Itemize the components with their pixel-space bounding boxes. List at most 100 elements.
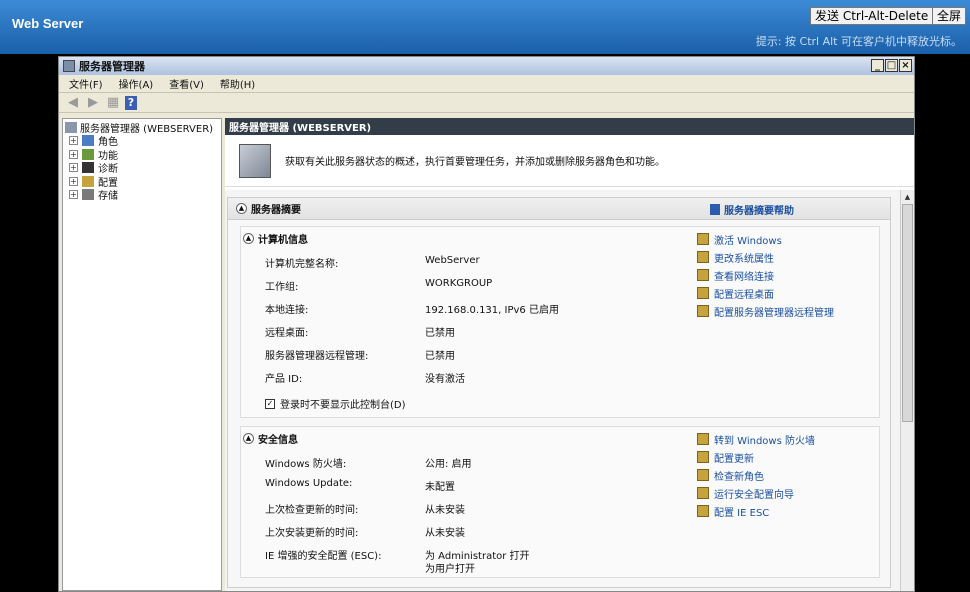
info-row: Windows Update: 未配置 [265,478,455,493]
link-label: 配置服务器管理器远程管理 [714,307,834,319]
server-manager-window: 服务器管理器 _ □ × 文件(F) 操作(A) 查看(V) 帮助(H) ◀ ▶… [58,56,915,592]
row-key: 上次安装更新的时间: [265,528,359,539]
row-key: 本地连接: [265,305,309,316]
details-pane: 服务器管理器 (WEBSERVER) 获取有关此服务器状态的概述，执行首要管理任… [225,118,914,591]
row-value: 已禁用 [425,351,455,362]
network-icon [697,269,709,281]
close-button[interactable]: × [899,59,912,72]
configure-remote-management-link[interactable]: 配置服务器管理器远程管理 [697,302,834,320]
tree-root[interactable]: 服务器管理器 (WEBSERVER) [65,121,219,135]
info-row: Windows 防火墙: 公用: 启用 [265,455,472,470]
menu-help[interactable]: 帮助(H) [220,76,255,91]
computer-icon [697,251,709,263]
computer-tasks: 激活 Windows 更改系统属性 查看网络连接 配置远程桌面 配置服务器管理器… [697,230,834,320]
link-label: 更改系统属性 [714,253,774,265]
check-new-roles-link[interactable]: 检查新角色 [697,466,815,484]
section-title: 计算机信息 [258,235,308,246]
fullscreen-button[interactable]: 全屏 [932,7,967,25]
summary-title: 服务器摘要 [251,205,301,216]
expand-icon[interactable]: + [69,176,78,186]
menu-view[interactable]: 查看(V) [169,76,204,91]
view-network-connections-link[interactable]: 查看网络连接 [697,266,834,284]
expand-icon[interactable]: + [69,190,78,200]
configuration-icon [82,175,94,187]
tree-item-diagnostics[interactable]: + 诊断 [65,161,219,175]
checkmark-icon[interactable]: ✓ [265,398,275,409]
expand-icon[interactable]: + [69,149,78,159]
menu-bar: 文件(F) 操作(A) 查看(V) 帮助(H) [59,75,914,93]
tree-item-label: 存储 [98,191,118,203]
info-row: 为用户打开 [265,560,475,575]
summary-help-link[interactable]: 服务器摘要帮助 [710,202,794,217]
link-label: 转到 Windows 防火墙 [714,435,815,447]
cursor-release-hint: 提示: 按 Ctrl Alt 可在客户机中释放光标。 [755,35,962,48]
update-icon [697,451,709,463]
change-system-properties-link[interactable]: 更改系统属性 [697,248,834,266]
toolbar: ◀ ▶ ▦ ? [59,93,914,113]
connection-title: Web Server [12,16,84,31]
roles-icon [82,135,94,147]
minimize-button[interactable]: _ [871,59,884,72]
forward-arrow-icon[interactable]: ▶ [85,95,101,111]
scroll-thumb[interactable] [902,204,913,422]
configure-ie-esc-link[interactable]: 配置 IE ESC [697,502,815,520]
intro-panel: 获取有关此服务器状态的概述，执行首要管理任务，并添加或删除服务器角色和功能。 [225,135,914,187]
row-key: 上次检查更新的时间: [265,505,359,516]
row-key: 服务器管理器远程管理: [265,351,369,362]
link-label: 配置 IE ESC [714,507,770,519]
security-wizard-link[interactable]: 运行安全配置向导 [697,484,815,502]
row-value: 未配置 [425,482,455,493]
summary-help-label: 服务器摘要帮助 [724,206,794,217]
remote-desktop-icon [697,287,709,299]
summary-header[interactable]: ▲ 服务器摘要 服务器摘要帮助 [228,198,890,220]
back-arrow-icon[interactable]: ◀ [65,95,81,111]
intro-text: 获取有关此服务器状态的概述，执行首要管理任务，并添加或删除服务器角色和功能。 [285,157,665,168]
tree-item-storage[interactable]: + 存储 [65,188,219,202]
show-hide-tree-icon[interactable]: ▦ [105,95,121,111]
row-key: 计算机完整名称: [265,259,339,270]
security-info-header[interactable]: ▲ 安全信息 [243,431,298,446]
menu-file[interactable]: 文件(F) [69,76,103,91]
wizard-icon [697,487,709,499]
configure-remote-desktop-link[interactable]: 配置远程桌面 [697,284,834,302]
window-title: 服务器管理器 [79,60,145,73]
menu-action[interactable]: 操作(A) [119,76,154,91]
configure-updates-link[interactable]: 配置更新 [697,448,815,466]
row-key: 远程桌面: [265,328,309,339]
info-row: 服务器管理器远程管理: 已禁用 [265,347,455,362]
row-value: 从未安装 [425,528,465,539]
server-icon [239,143,271,178]
tree-item-configuration[interactable]: + 配置 [65,175,219,189]
computer-info-section: ▲ 计算机信息 计算机完整名称: WebServer 工作组: WORKGROUP … [240,226,880,418]
info-row: 工作组: WORKGROUP [265,278,492,293]
scroll-up-icon[interactable]: ▲ [901,190,914,204]
window-titlebar[interactable]: 服务器管理器 _ □ × [59,57,914,75]
info-row: 上次安装更新的时间: 从未安装 [265,524,465,539]
info-row: 产品 ID: 没有激活 [265,370,465,385]
collapse-icon[interactable]: ▲ [243,433,254,444]
help-icon[interactable]: ? [125,95,137,110]
expand-icon[interactable]: + [69,163,78,173]
activate-windows-link[interactable]: 激活 Windows [697,230,834,248]
link-label: 检查新角色 [714,471,764,483]
no-console-at-logon-checkbox[interactable]: ✓ 登录时不要显示此控制台(D) [265,396,406,411]
tree-item-features[interactable]: + 功能 [65,148,219,162]
link-label: 运行安全配置向导 [714,489,794,501]
navigation-tree: 服务器管理器 (WEBSERVER) + 角色 + 功能 + 诊断 + 配置 +… [62,118,222,591]
row-key: Windows 防火墙: [265,459,347,470]
computer-info-header[interactable]: ▲ 计算机信息 [243,231,308,246]
tree-item-roles[interactable]: + 角色 [65,134,219,148]
features-icon [82,148,94,160]
link-label: 查看网络连接 [714,271,774,283]
server-manager-icon [63,60,75,72]
help-icon [710,204,720,215]
collapse-icon[interactable]: ▲ [236,203,247,214]
row-value: WebServer [425,255,480,266]
row-value: WORKGROUP [425,278,493,289]
maximize-button[interactable]: □ [885,59,898,72]
vertical-scrollbar[interactable]: ▲ [900,190,914,591]
send-ctrl-alt-delete-button[interactable]: 发送 Ctrl-Alt-Delete [810,7,934,25]
collapse-icon[interactable]: ▲ [243,233,254,244]
go-to-firewall-link[interactable]: 转到 Windows 防火墙 [697,430,815,448]
expand-icon[interactable]: + [69,136,78,146]
